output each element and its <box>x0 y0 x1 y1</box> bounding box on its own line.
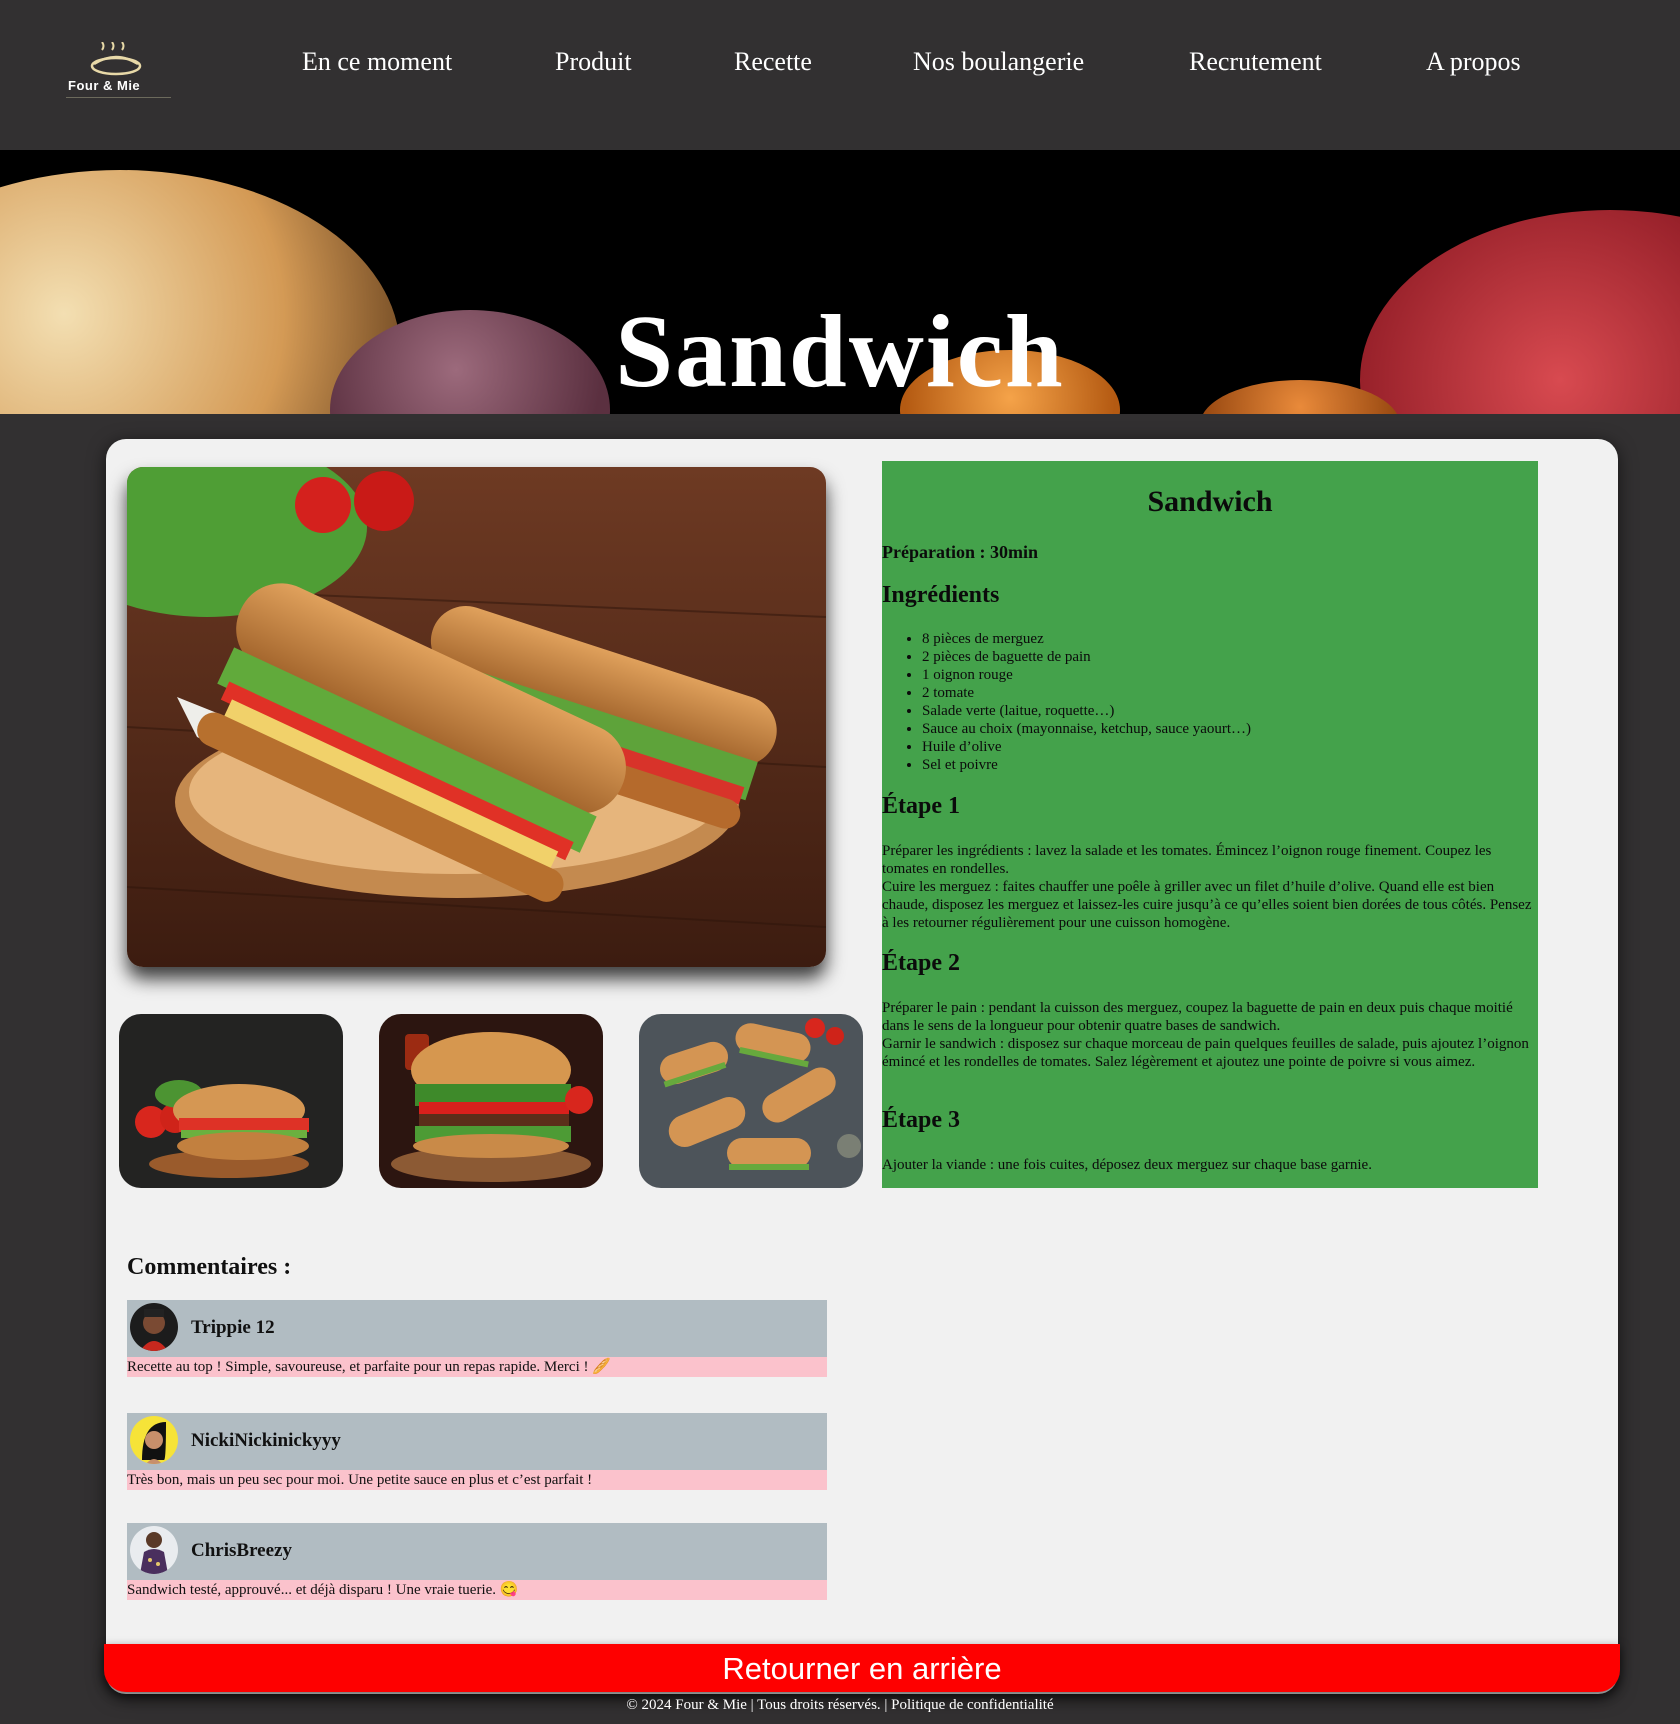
ingredient-item: Huile d’olive <box>922 738 1251 756</box>
ingredient-item: Sel et poivre <box>922 756 1251 774</box>
nav-en-ce-moment[interactable]: En ce moment <box>302 47 452 77</box>
step-2-line-2: Garnir le sandwich : disposez sur chaque… <box>882 1036 1529 1070</box>
main-sandwich-photo[interactable] <box>127 467 826 967</box>
avatar <box>130 1416 178 1464</box>
ingredient-item: 1 oignon rouge <box>922 666 1251 684</box>
ingredient-item: 2 pièces de baguette de pain <box>922 648 1251 666</box>
comment-card: ChrisBreezy Sandwich testé, approuvé... … <box>127 1523 827 1600</box>
preparation-time: Préparation : 30min <box>882 542 1038 562</box>
step-3-text: Ajouter la viande : une fois cuites, dép… <box>882 1156 1538 1174</box>
avatar <box>130 1526 178 1574</box>
ingredient-item: 8 pièces de merguez <box>922 630 1251 648</box>
footer-text: © 2024 Four & Mie | Tous droits réservés… <box>626 1697 1054 1713</box>
comment-card: NickiNickinickyyy Très bon, mais un peu … <box>127 1413 827 1490</box>
step-2-heading: Étape 2 <box>882 950 960 976</box>
nav-produit[interactable]: Produit <box>555 47 632 77</box>
comment-text: Sandwich testé, approuvé... et déjà disp… <box>127 1580 827 1600</box>
page-title: Sandwich <box>615 293 1065 409</box>
logo-divider <box>66 97 171 98</box>
thumbnail-2[interactable] <box>379 1014 603 1188</box>
step-1-text: Préparer les ingrédients : lavez la sala… <box>882 842 1538 932</box>
comments-heading: Commentaires : <box>127 1254 292 1280</box>
nav-nos-boulangerie[interactable]: Nos boulangerie <box>913 47 1084 77</box>
nav-recrutement[interactable]: Recrutement <box>1189 47 1322 77</box>
step-2-text: Préparer le pain : pendant la cuisson de… <box>882 999 1538 1071</box>
comment-card: Trippie 12 Recette au top ! Simple, savo… <box>127 1300 827 1377</box>
step-1-heading: Étape 1 <box>882 793 960 819</box>
site-header: Four & Mie En ce moment Produit Recette … <box>0 0 1680 150</box>
thumbnail-1[interactable] <box>119 1014 343 1188</box>
ingredient-item: Salade verte (laitue, roquette…) <box>922 702 1251 720</box>
step-1-line-1: Préparer les ingrédients : lavez la sala… <box>882 843 1492 877</box>
recipe-card: Sandwich Préparation : 30min Ingrédients… <box>106 439 1618 1694</box>
comment-text: Très bon, mais un peu sec pour moi. Une … <box>127 1470 827 1490</box>
step-1-line-2: Cuire les merguez : faites chauffer une … <box>882 879 1532 931</box>
ingredient-item: Sauce au choix (mayonnaise, ketchup, sau… <box>922 720 1251 738</box>
step-3-heading: Étape 3 <box>882 1107 960 1133</box>
step-3-line-1: Ajouter la viande : une fois cuites, dép… <box>882 1157 1372 1173</box>
main-nav: En ce moment Produit Recette Nos boulang… <box>0 47 1680 87</box>
comment-author: ChrisBreezy <box>191 1540 292 1561</box>
step-2-line-1: Préparer le pain : pendant la cuisson de… <box>882 1000 1513 1034</box>
thumbnail-3[interactable] <box>639 1014 863 1188</box>
comment-author: NickiNickinickyyy <box>191 1430 341 1451</box>
recipe-title: Sandwich <box>1147 485 1273 518</box>
nav-a-propos[interactable]: A propos <box>1426 47 1521 77</box>
nav-recette[interactable]: Recette <box>734 47 812 77</box>
ingredients-heading: Ingrédients <box>882 582 1000 608</box>
back-button[interactable]: Retourner en arrière <box>104 1644 1620 1692</box>
ingredient-item: 2 tomate <box>922 684 1251 702</box>
comment-header: NickiNickinickyyy <box>127 1413 827 1470</box>
comment-header: Trippie 12 <box>127 1300 827 1357</box>
avatar <box>130 1303 178 1351</box>
comment-header: ChrisBreezy <box>127 1523 827 1580</box>
hero-banner: Sandwich <box>0 150 1680 414</box>
ingredients-list: 8 pièces de merguez 2 pièces de baguette… <box>922 630 1251 774</box>
recipe-box: Sandwich Préparation : 30min Ingrédients… <box>882 461 1538 1188</box>
comment-author: Trippie 12 <box>191 1317 275 1338</box>
comment-text: Recette au top ! Simple, savoureuse, et … <box>127 1357 827 1377</box>
